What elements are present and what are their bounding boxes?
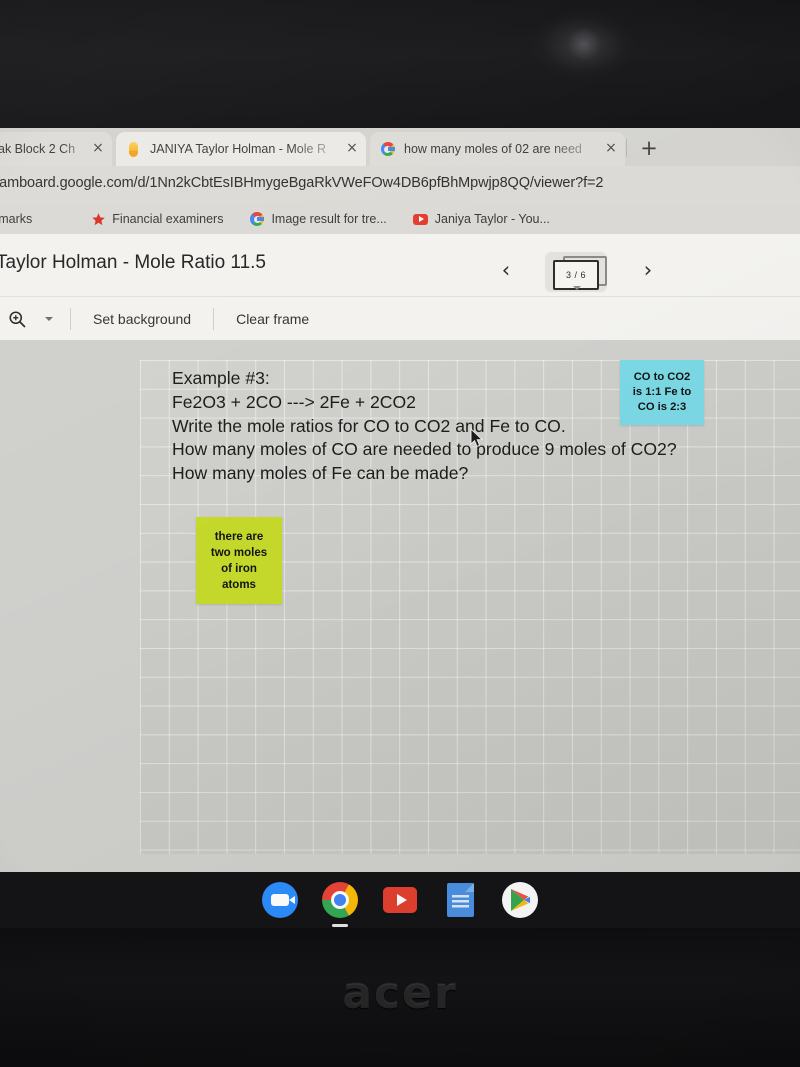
bookmark-financial-examiners[interactable]: Financial examiners <box>90 204 223 234</box>
google-icon <box>249 211 265 227</box>
zoom-in-icon[interactable] <box>4 306 30 332</box>
jamboard-workspace: Example #3: Fe2O3 + 2CO ---> 2Fe + 2CO2 … <box>0 340 800 872</box>
zoom-app-icon[interactable] <box>262 882 298 918</box>
sticky-note-line: two moles <box>210 546 268 559</box>
sticky-note-line: there are <box>214 530 264 543</box>
close-icon[interactable]: × <box>344 141 360 157</box>
sticky-note-line: is 1:1 Fe to <box>632 386 692 398</box>
tab-divider <box>626 139 627 157</box>
browser-tab-1[interactable]: ak Block 2 Ch × <box>0 132 112 166</box>
chevron-down-icon[interactable] <box>573 286 581 290</box>
active-app-indicator <box>332 924 348 927</box>
sticky-note-line: CO is 2:3 <box>637 401 687 413</box>
jamboard-header: Taylor Holman - Mole Ratio 11.5 <box>0 234 800 296</box>
canvas-text-line: Write the mole ratios for CO to CO2 and … <box>172 415 566 436</box>
close-icon[interactable]: × <box>90 141 106 157</box>
bookmark-label: Image result for tre... <box>271 212 387 226</box>
mouse-cursor-icon <box>470 427 484 448</box>
sticky-note-line: CO to CO2 <box>633 371 691 383</box>
sticky-note-line: of iron <box>221 562 257 575</box>
chrome-app-icon[interactable] <box>322 882 358 927</box>
browser-tab-3-title: how many moles of 02 are need <box>404 142 582 156</box>
browser-tab-strip: ak Block 2 Ch × JANIYA Taylor Holman - M… <box>0 128 800 166</box>
sticky-note-cyan[interactable]: CO to CO2 is 1:1 Fe to CO is 2:3 <box>620 360 704 425</box>
sticky-note-line: atoms <box>222 578 256 591</box>
next-frame-button[interactable]: › <box>634 257 662 285</box>
page-title[interactable]: Taylor Holman - Mole Ratio 11.5 <box>0 252 266 274</box>
webcam-icon <box>566 28 602 64</box>
browser-tab-1-title: ak Block 2 Ch <box>0 142 76 156</box>
jamboard-toolbar: Set background Clear frame <box>0 296 800 341</box>
google-docs-app-icon[interactable] <box>442 882 478 918</box>
browser-tab-2-title: JANIYA Taylor Holman - Mole R <box>150 142 326 156</box>
browser-tab-2[interactable]: JANIYA Taylor Holman - Mole R × <box>116 132 366 166</box>
close-icon[interactable]: × <box>603 141 619 157</box>
clear-frame-button[interactable]: Clear frame <box>226 307 319 331</box>
bookmarks-folder-label[interactable]: kmarks <box>0 212 32 226</box>
brand-logo: acer <box>342 968 458 1019</box>
laptop-screen: ak Block 2 Ch × JANIYA Taylor Holman - M… <box>0 128 800 872</box>
bookmarks-bar: kmarks Financial examiners Image result … <box>0 204 800 234</box>
google-icon <box>380 142 395 157</box>
play-store-app-icon[interactable] <box>502 882 538 918</box>
canvas-text-line: How many moles of Fe can be made? <box>172 463 469 484</box>
frame-navigator[interactable]: 3 / 6 <box>545 252 607 292</box>
youtube-icon <box>413 211 429 227</box>
canvas-text-line: Example #3: <box>172 368 270 388</box>
jamboard-icon <box>126 142 141 157</box>
bookmark-image-result[interactable]: Image result for tre... <box>249 204 387 234</box>
toolbar-divider <box>70 308 71 330</box>
star-icon <box>90 211 106 227</box>
new-tab-button[interactable]: + <box>636 136 662 162</box>
bookmark-label: Janiya Taylor - You... <box>434 212 550 226</box>
jamboard-canvas[interactable]: Example #3: Fe2O3 + 2CO ---> 2Fe + 2CO2 … <box>140 360 800 854</box>
omnibox-row[interactable]: jamboard.google.com/d/1Nn2kCbtEsIBHmygeB… <box>0 166 800 204</box>
browser-tab-3[interactable]: how many moles of 02 are need × <box>370 132 625 166</box>
canvas-text-line: Fe2O3 + 2CO ---> 2Fe + 2CO2 <box>172 391 416 412</box>
canvas-text-line: How many moles of CO are needed to produ… <box>172 439 677 460</box>
prev-frame-button[interactable]: ‹ <box>492 257 520 285</box>
canvas-text-block[interactable]: Example #3: Fe2O3 + 2CO ---> 2Fe + 2CO2 … <box>172 367 677 486</box>
sticky-note-green[interactable]: there are two moles of iron atoms <box>196 517 282 604</box>
address-bar-url[interactable]: jamboard.google.com/d/1Nn2kCbtEsIBHmygeB… <box>0 175 603 191</box>
laptop-top-bezel <box>0 0 800 128</box>
bookmark-label: Financial examiners <box>112 212 224 226</box>
set-background-button[interactable]: Set background <box>83 307 201 331</box>
youtube-app-icon[interactable] <box>382 882 418 918</box>
chevron-down-icon[interactable] <box>40 310 58 328</box>
laptop-photo: ak Block 2 Ch × JANIYA Taylor Holman - M… <box>0 0 800 1067</box>
toolbar-divider <box>213 308 215 330</box>
chromeos-shelf <box>0 872 800 928</box>
bookmark-janiya-taylor[interactable]: Janiya Taylor - You... <box>413 204 550 234</box>
